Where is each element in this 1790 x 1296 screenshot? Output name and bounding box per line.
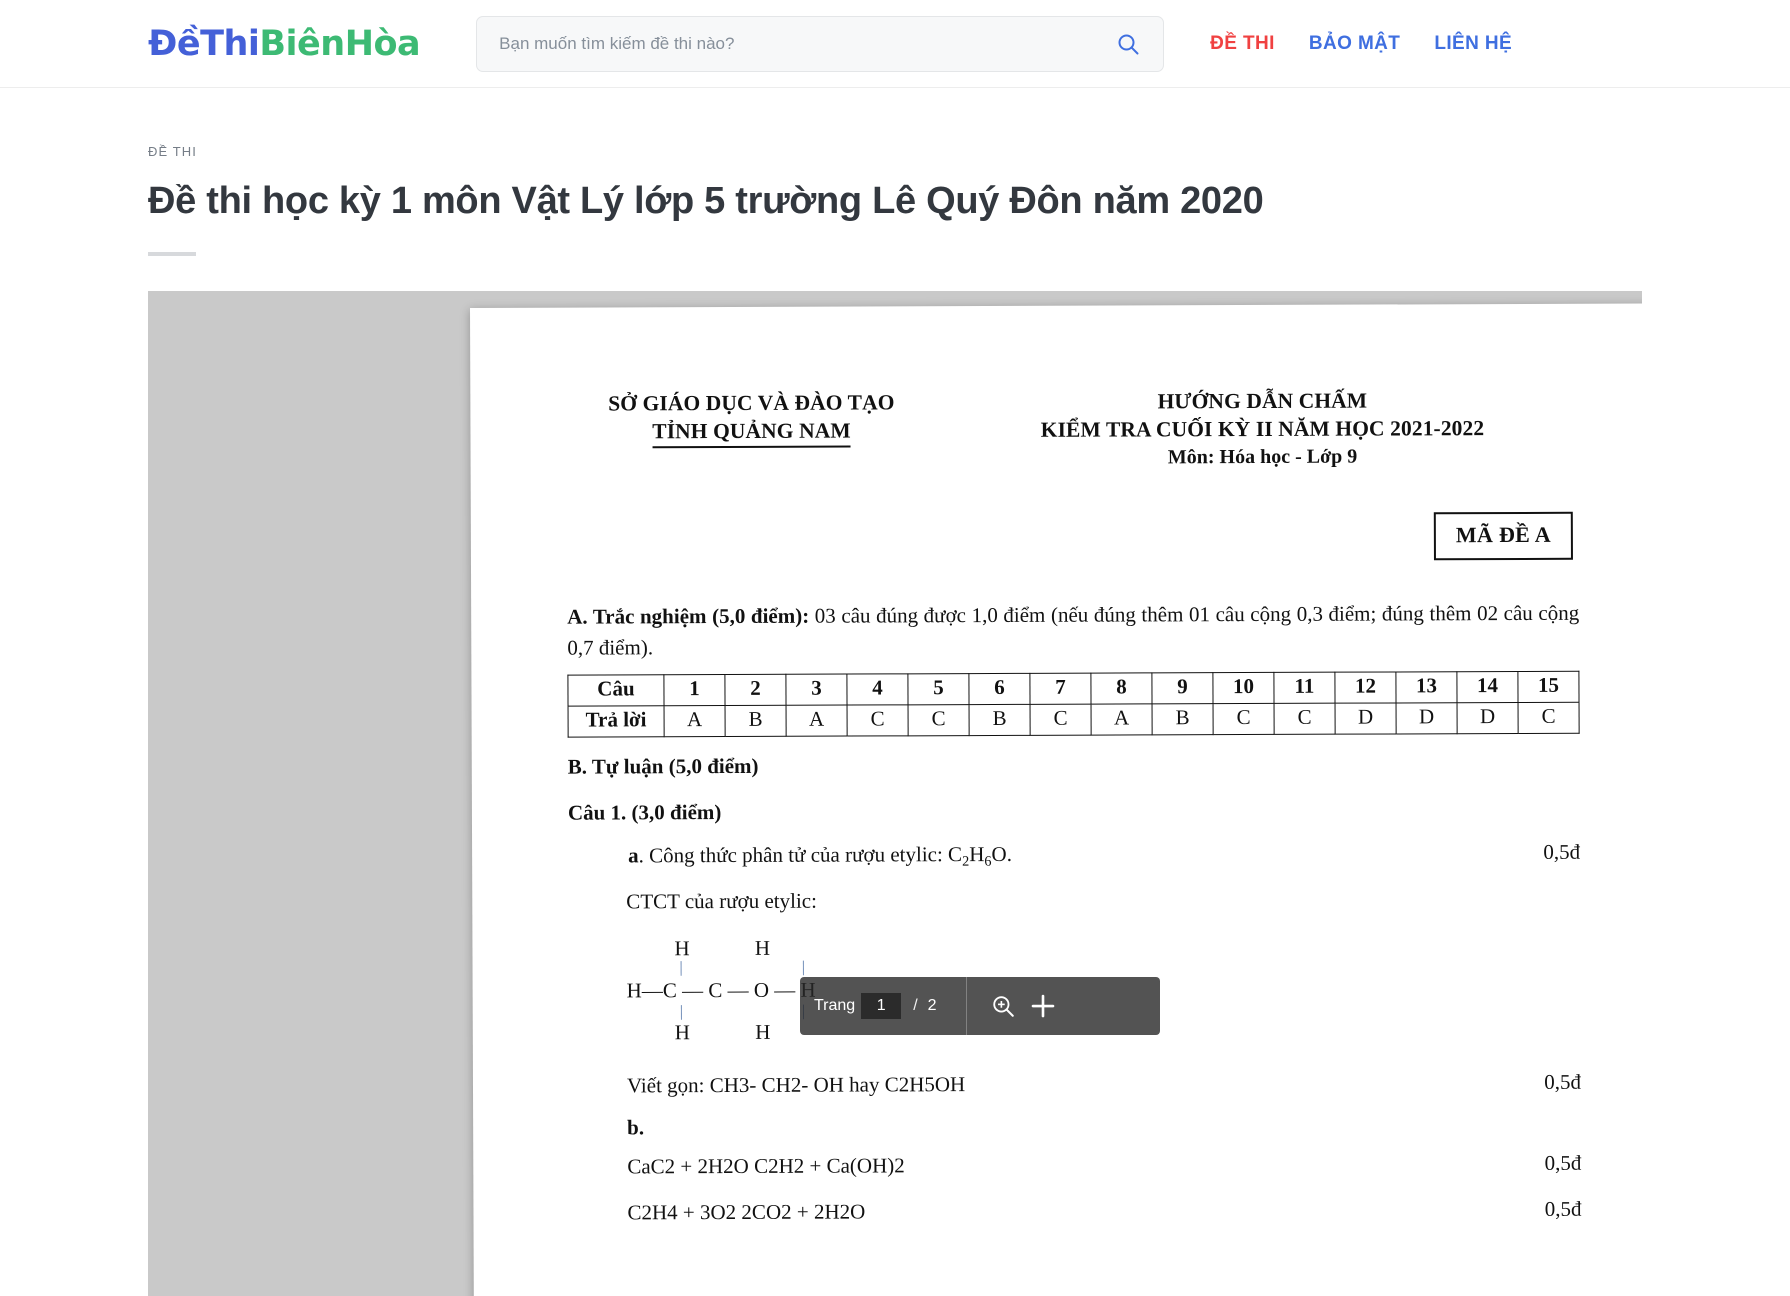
equation-1: CaC2 + 2H2O C2H2 + Ca(OH)2 (627, 1153, 905, 1179)
answer-key-table: Câu 1 2 3 4 5 6 7 8 9 10 11 12 13 14 15 … (567, 671, 1580, 738)
table-cell-a: C (1274, 702, 1336, 735)
table-header-cau: Câu (567, 674, 665, 706)
toolbar-divider (965, 977, 967, 1035)
answer-1b-label-line: b. (569, 1108, 1581, 1144)
section-a-title: A. Trắc nghiệm (5,0 điểm): (567, 604, 810, 629)
page-label: Trang (814, 997, 856, 1014)
table-cell-a: A (664, 705, 726, 737)
table-cell-a: C (847, 704, 909, 736)
doc-org-line1: SỞ GIÁO DỤC VÀ ĐÀO TẠO (608, 390, 895, 416)
table-cell-q: 5 (907, 673, 970, 705)
table-cell-a: A (1091, 703, 1153, 735)
table-cell-q: 14 (1456, 671, 1519, 703)
answer-1a-text: . Công thức phân tử của rượu etylic: C (638, 841, 963, 867)
answer-1a-mid: H (969, 841, 985, 866)
breadcrumb[interactable]: ĐỀ THI (148, 144, 1642, 159)
table-cell-a: C (1213, 703, 1275, 735)
zoom-in-button[interactable] (983, 986, 1023, 1026)
exam-code-box: MÃ ĐỀ A (1433, 512, 1573, 561)
table-row-answers: Trả lời A B A C C B C A B C C D D D C (568, 702, 1580, 737)
table-cell-q: 1 (663, 674, 726, 706)
table-cell-a: B (1152, 703, 1214, 735)
nav-item-bao-mat[interactable]: BẢO MẬT (1309, 33, 1400, 55)
table-cell-q: 10 (1212, 672, 1275, 704)
equation-1-points: 0,5đ (1544, 1150, 1582, 1175)
table-cell-q: 4 (846, 673, 909, 705)
table-cell-q: 11 (1273, 671, 1336, 704)
table-cell-q: 3 (785, 673, 848, 706)
table-cell-q: 15 (1517, 671, 1580, 703)
table-cell-a: D (1396, 702, 1458, 734)
pdf-page: SỞ GIÁO DỤC VÀ ĐÀO TẠO TỈNH QUẢNG NAM HƯ… (470, 303, 1642, 1296)
search-input[interactable] (499, 33, 1112, 54)
table-cell-a: C (1518, 702, 1580, 734)
table-cell-a: D (1335, 702, 1397, 734)
doc-org-line2: TỈNH QUẢNG NAM (652, 416, 851, 449)
section-a-paragraph: A. Trắc nghiệm (5,0 điểm): 03 câu đúng đ… (567, 598, 1579, 662)
answer-1a-tail: O. (991, 841, 1012, 866)
page-number-input[interactable] (861, 993, 902, 1019)
search-bar[interactable] (476, 15, 1165, 72)
title-divider (148, 251, 196, 256)
nav-item-lien-he[interactable]: LIÊN HỆ (1434, 33, 1512, 55)
logo-text-part1: ĐềThi (148, 23, 260, 64)
enlarge-button[interactable] (1023, 986, 1063, 1026)
plus-icon (1031, 994, 1054, 1018)
total-pages: 2 (927, 997, 937, 1014)
table-row-questions: Câu 1 2 3 4 5 6 7 8 9 10 11 12 13 14 15 (567, 671, 1580, 706)
main-navigation: ĐỀ THI BẢO MẬT LIÊN HỆ (1210, 33, 1512, 55)
equation-1-line: CaC2 + 2H2O C2H2 + Ca(OH)2 0,5đ (569, 1146, 1581, 1182)
table-cell-a: B (725, 705, 787, 737)
pdf-viewer[interactable]: SỞ GIÁO DỤC VÀ ĐÀO TẠO TỈNH QUẢNG NAM HƯ… (148, 291, 1642, 1296)
page-title: Đề thi học kỳ 1 môn Vật Lý lớp 5 trường … (148, 180, 1264, 222)
table-cell-q: 6 (968, 673, 1031, 705)
document-header: SỞ GIÁO DỤC VÀ ĐÀO TẠO TỈNH QUẢNG NAM HƯ… (566, 386, 1578, 474)
logo-text-part2: BiênHòa (259, 23, 421, 64)
nav-item-de-thi[interactable]: ĐỀ THI (1210, 33, 1275, 55)
section-b-title: B. Tự luận (5,0 điểm) (567, 753, 759, 779)
document-header-left: SỞ GIÁO DỤC VÀ ĐÀO TẠO TỈNH QUẢNG NAM (566, 388, 936, 449)
table-cell-a: C (908, 704, 970, 736)
doc-title-line1: HƯỚNG DẪN CHẤM (1157, 388, 1368, 414)
equation-2-points: 0,5đ (1544, 1196, 1582, 1222)
viet-gon-points: 0,5đ (1544, 1069, 1582, 1094)
viet-gon-text: Viết gọn: CH3- CH2- OH hay C2H5OH (626, 1071, 966, 1098)
article-header-area: ĐỀ THI Đề thi học kỳ 1 môn Vật Lý lớp 5 … (0, 144, 1790, 256)
ctct-line: CTCT của rượu etylic: (568, 882, 1580, 918)
table-cell-q: 12 (1334, 671, 1397, 703)
document-header-right: HƯỚNG DẪN CHẤM KIỂM TRA CUỐI KỲ II NĂM H… (936, 386, 1578, 473)
answer-1b-label: b. (627, 1115, 645, 1140)
doc-title-line2: KIỂM TRA CUỐI KỲ II NĂM HỌC 2021-2022 (1040, 416, 1485, 442)
table-cell-q: 13 (1395, 671, 1458, 703)
equation-2: C2H4 + 3O2 2CO2 + 2H2O (627, 1199, 866, 1225)
exam-code-row: MÃ ĐỀ A (567, 512, 1579, 564)
table-cell-q: 7 (1029, 672, 1092, 705)
ctct-text: CTCT của rượu etylic: (626, 888, 817, 914)
answer-1a-label: a (628, 842, 639, 867)
table-cell-q: 8 (1090, 672, 1153, 704)
table-cell-a: B (969, 704, 1031, 736)
magnifier-zoom-icon (992, 996, 1014, 1017)
search-button[interactable] (1111, 27, 1145, 61)
table-cell-a: D (1457, 702, 1519, 734)
table-cell-a: A (786, 704, 848, 737)
structure-top-bonds: | | (679, 958, 842, 977)
search-icon (1118, 34, 1139, 54)
viet-gon-line: Viết gọn: CH3- CH2- OH hay C2H5OH 0,5đ (569, 1065, 1581, 1101)
pdf-toolbar[interactable]: Trang / 2 (800, 977, 1160, 1035)
table-cell-q: 9 (1151, 672, 1214, 704)
table-cell-q: 2 (724, 674, 787, 706)
answer-1a-points: 0,5đ (1543, 839, 1581, 864)
answer-1a-line: a. Công thức phân tử của rượu etylic: C2… (568, 835, 1580, 874)
table-header-tra-loi: Trả lời (568, 705, 665, 737)
page-separator: / (913, 997, 918, 1014)
equation-2-line: C2H4 + 3O2 2CO2 + 2H2O 0,5đ (569, 1193, 1581, 1229)
site-logo[interactable]: ĐềThiBiênHòa (148, 23, 421, 64)
table-cell-a: C (1030, 703, 1092, 736)
site-header: ĐềThiBiênHòa ĐỀ THI BẢO MẬT LIÊN HỆ (0, 0, 1790, 88)
cau-1-title: Câu 1. (3,0 điểm) (567, 799, 722, 825)
doc-title-line3: Môn: Hóa học - Lớp 9 (1167, 445, 1358, 469)
